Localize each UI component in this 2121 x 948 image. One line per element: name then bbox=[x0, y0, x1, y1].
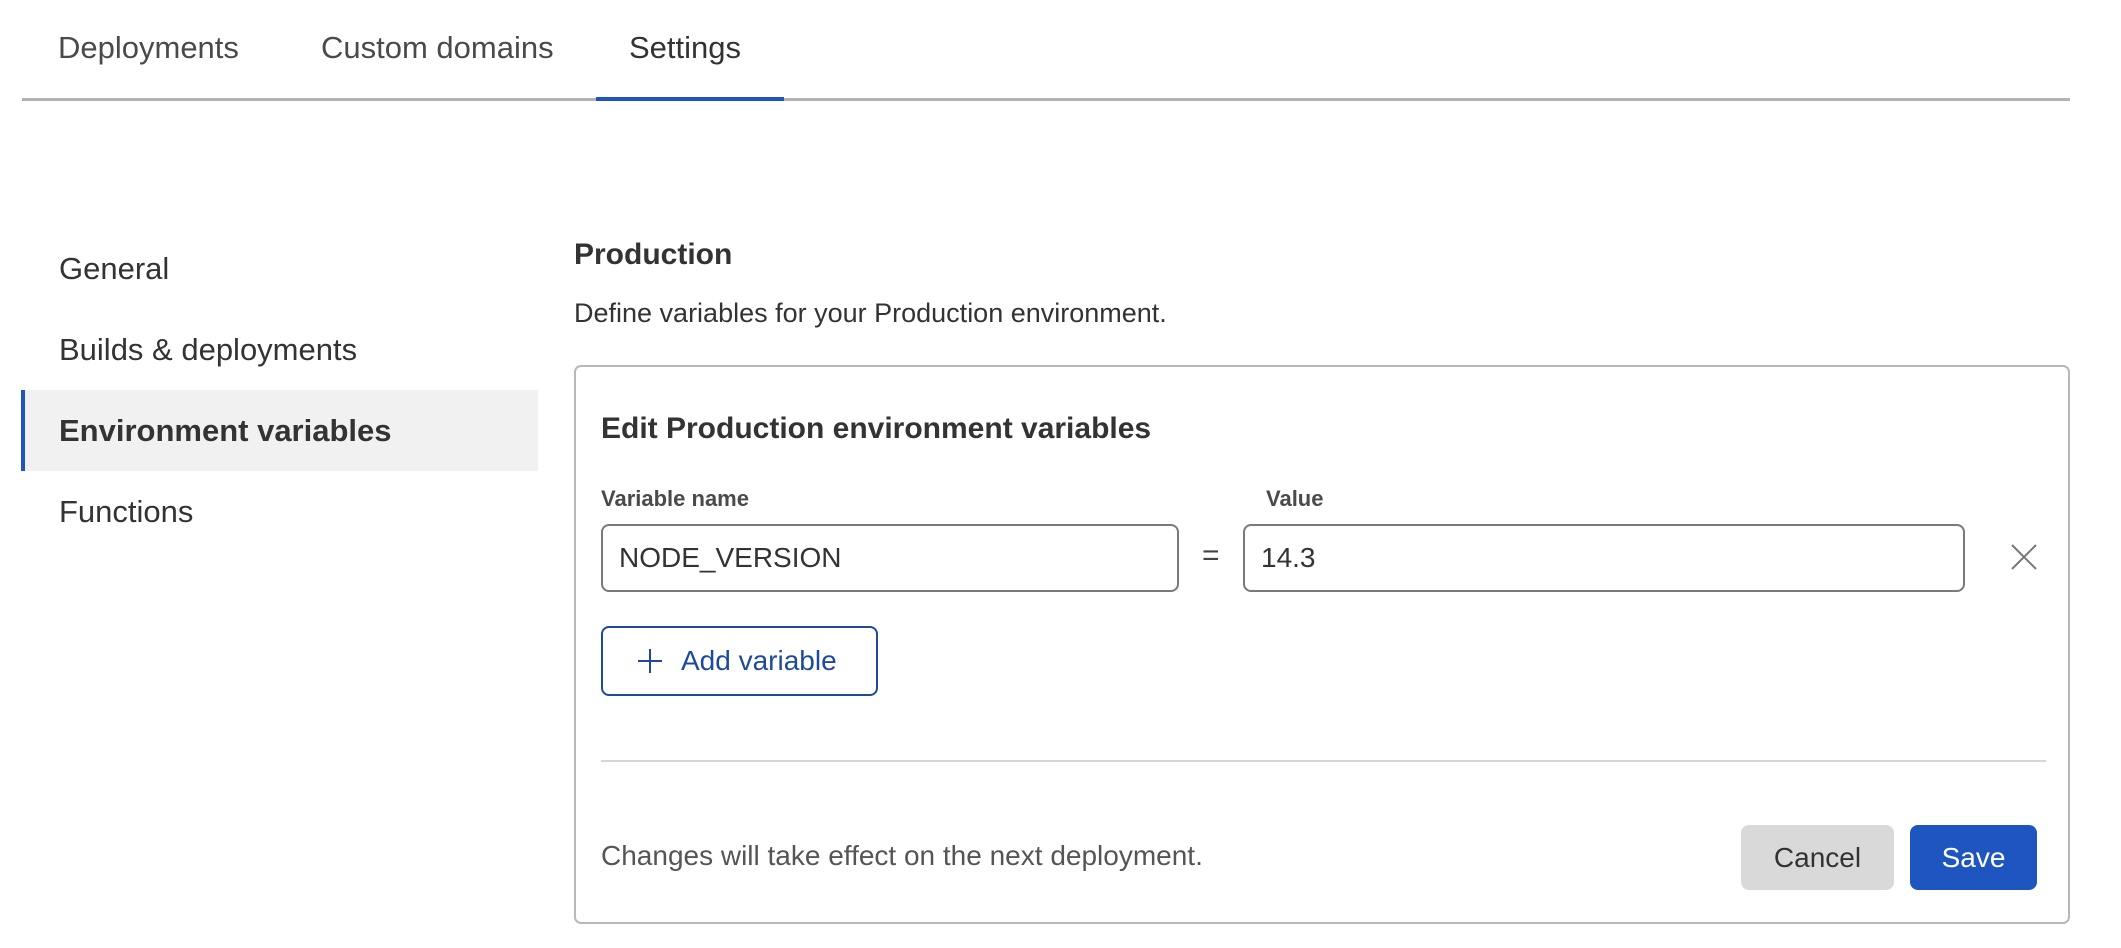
footer-note: Changes will take effect on the next dep… bbox=[601, 840, 1203, 871]
sidebar-item-environment-variables[interactable]: Environment variables bbox=[21, 390, 538, 471]
plus-icon bbox=[638, 649, 662, 673]
divider bbox=[601, 760, 2046, 762]
tab-deployments[interactable]: Deployments bbox=[58, 30, 239, 66]
tab-custom-domains[interactable]: Custom domains bbox=[321, 30, 554, 66]
sidebar-item-general[interactable]: General bbox=[21, 228, 538, 309]
add-variable-label: Add variable bbox=[681, 645, 837, 676]
equals-sign: = bbox=[1202, 539, 1220, 572]
value-label: Value bbox=[1266, 486, 1324, 511]
section-title: Production bbox=[574, 238, 733, 271]
close-icon bbox=[2011, 544, 2037, 570]
tab-settings[interactable]: Settings bbox=[629, 30, 741, 66]
cancel-button[interactable]: Cancel bbox=[1741, 825, 1894, 890]
variable-value-input[interactable] bbox=[1243, 524, 1965, 592]
tab-bar: Deployments Custom domains Settings bbox=[22, 0, 2070, 101]
sidebar-item-builds-deployments[interactable]: Builds & deployments bbox=[21, 309, 538, 390]
variable-name-input[interactable] bbox=[601, 524, 1179, 592]
remove-variable-button[interactable] bbox=[2009, 542, 2039, 572]
env-vars-panel: Edit Production environment variables Va… bbox=[574, 365, 2070, 924]
active-tab-indicator bbox=[596, 97, 784, 101]
panel-title: Edit Production environment variables bbox=[601, 412, 1152, 445]
add-variable-button[interactable]: Add variable bbox=[601, 626, 878, 696]
sidebar-item-functions[interactable]: Functions bbox=[21, 471, 538, 552]
save-button[interactable]: Save bbox=[1910, 825, 2037, 890]
section-description: Define variables for your Production env… bbox=[574, 298, 1167, 328]
settings-sidebar: General Builds & deployments Environment… bbox=[21, 228, 538, 552]
variable-name-label: Variable name bbox=[601, 486, 749, 511]
